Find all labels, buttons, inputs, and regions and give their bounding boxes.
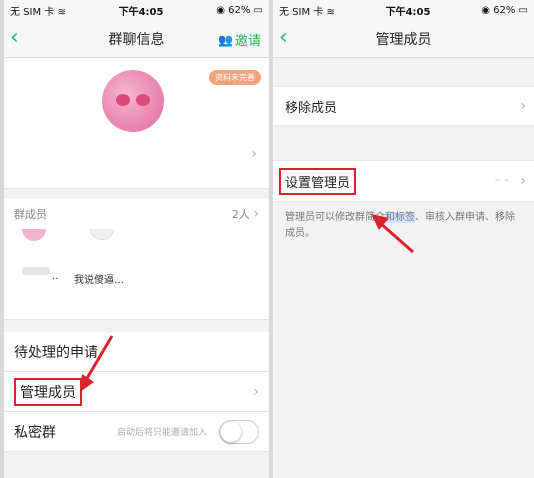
remove-members-label: 移除成员: [285, 100, 338, 116]
group-avatar: [102, 70, 164, 132]
manage-members-label: 管理成员: [14, 377, 82, 406]
member-avatar[interactable]: [90, 229, 114, 240]
carrier-label: 无 SIM 卡: [279, 6, 324, 18]
status-bar: 无 SIM 卡 ≋ 下午4:05 ◉ 62% ▭: [273, 0, 534, 20]
members-list: .. 我说傻逼…: [4, 229, 269, 320]
orientation-lock-icon: ◉: [481, 4, 490, 16]
profile-incomplete-badge[interactable]: 资料未完善: [209, 70, 261, 85]
invite-button[interactable]: 👥 邀请: [218, 30, 261, 50]
back-button[interactable]: ‹: [10, 26, 19, 50]
chevron-right-icon: ›: [253, 383, 259, 400]
right-screen: 无 SIM 卡 ≋ 下午4:05 ◉ 62% ▭ ‹ 管理成员 移除成员 › 设…: [273, 0, 534, 478]
private-group-toggle[interactable]: [219, 420, 259, 444]
member-name-blurred: [22, 267, 50, 275]
set-admin-indicator: ^ ^: [494, 178, 511, 187]
remove-members-row[interactable]: 移除成员 ›: [273, 86, 534, 126]
member-message: 我说傻逼…: [74, 275, 124, 286]
private-group-row: 私密群 启动后将只能邀请加入: [4, 412, 269, 452]
chevron-right-icon: ›: [520, 98, 526, 114]
pending-requests-label: 待处理的申请: [14, 344, 98, 361]
status-time: 下午4:05: [385, 6, 431, 18]
private-group-label: 私密群: [14, 424, 56, 441]
back-button[interactable]: ‹: [279, 26, 288, 50]
members-count: 2人: [231, 208, 250, 221]
member-dots: ..: [52, 271, 59, 282]
group-profile[interactable]: 资料未完善 ›: [4, 58, 269, 189]
members-label: 群成员: [14, 208, 47, 221]
carrier-label: 无 SIM 卡: [10, 6, 55, 18]
invite-label: 邀请: [234, 34, 261, 49]
status-bar: 无 SIM 卡 ≋ 下午4:05 ◉ 62% ▭: [4, 0, 269, 20]
battery-icon: ▭: [253, 4, 263, 16]
nav-bar: ‹ 群聊信息 👥 邀请: [4, 20, 269, 58]
set-admin-label: 设置管理员: [279, 167, 357, 195]
set-admin-row[interactable]: 设置管理员 ^ ^ ›: [273, 160, 534, 202]
admin-description: 管理员可以修改群简介和标签、审核入群申请、移除成员。: [285, 212, 515, 239]
member-avatar[interactable]: [22, 229, 46, 241]
manage-members-row[interactable]: 管理成员 ›: [4, 372, 269, 412]
battery-percent: 62%: [228, 4, 251, 16]
status-time: 下午4:05: [118, 6, 164, 18]
battery-percent: 62%: [493, 4, 516, 16]
private-group-hint: 启动后将只能邀请加入: [116, 428, 207, 438]
wifi-icon: ≋: [57, 6, 66, 18]
page-title: 群聊信息: [108, 31, 165, 48]
people-icon: 👥: [218, 32, 233, 47]
chevron-right-icon: ›: [520, 173, 526, 189]
orientation-lock-icon: ◉: [216, 4, 225, 16]
nav-bar: ‹ 管理成员: [273, 20, 534, 58]
page-title: 管理成员: [375, 31, 432, 48]
chevron-right-icon: ›: [251, 146, 257, 162]
chevron-right-icon: ›: [253, 206, 259, 222]
battery-icon: ▭: [518, 4, 528, 16]
members-header[interactable]: 群成员 2人 ›: [4, 199, 269, 229]
wifi-icon: ≋: [326, 6, 335, 18]
left-screen: 无 SIM 卡 ≋ 下午4:05 ◉ 62% ▭ ‹ 群聊信息 👥 邀请 资料未…: [4, 0, 269, 478]
pending-requests-row[interactable]: 待处理的申请: [4, 332, 269, 372]
